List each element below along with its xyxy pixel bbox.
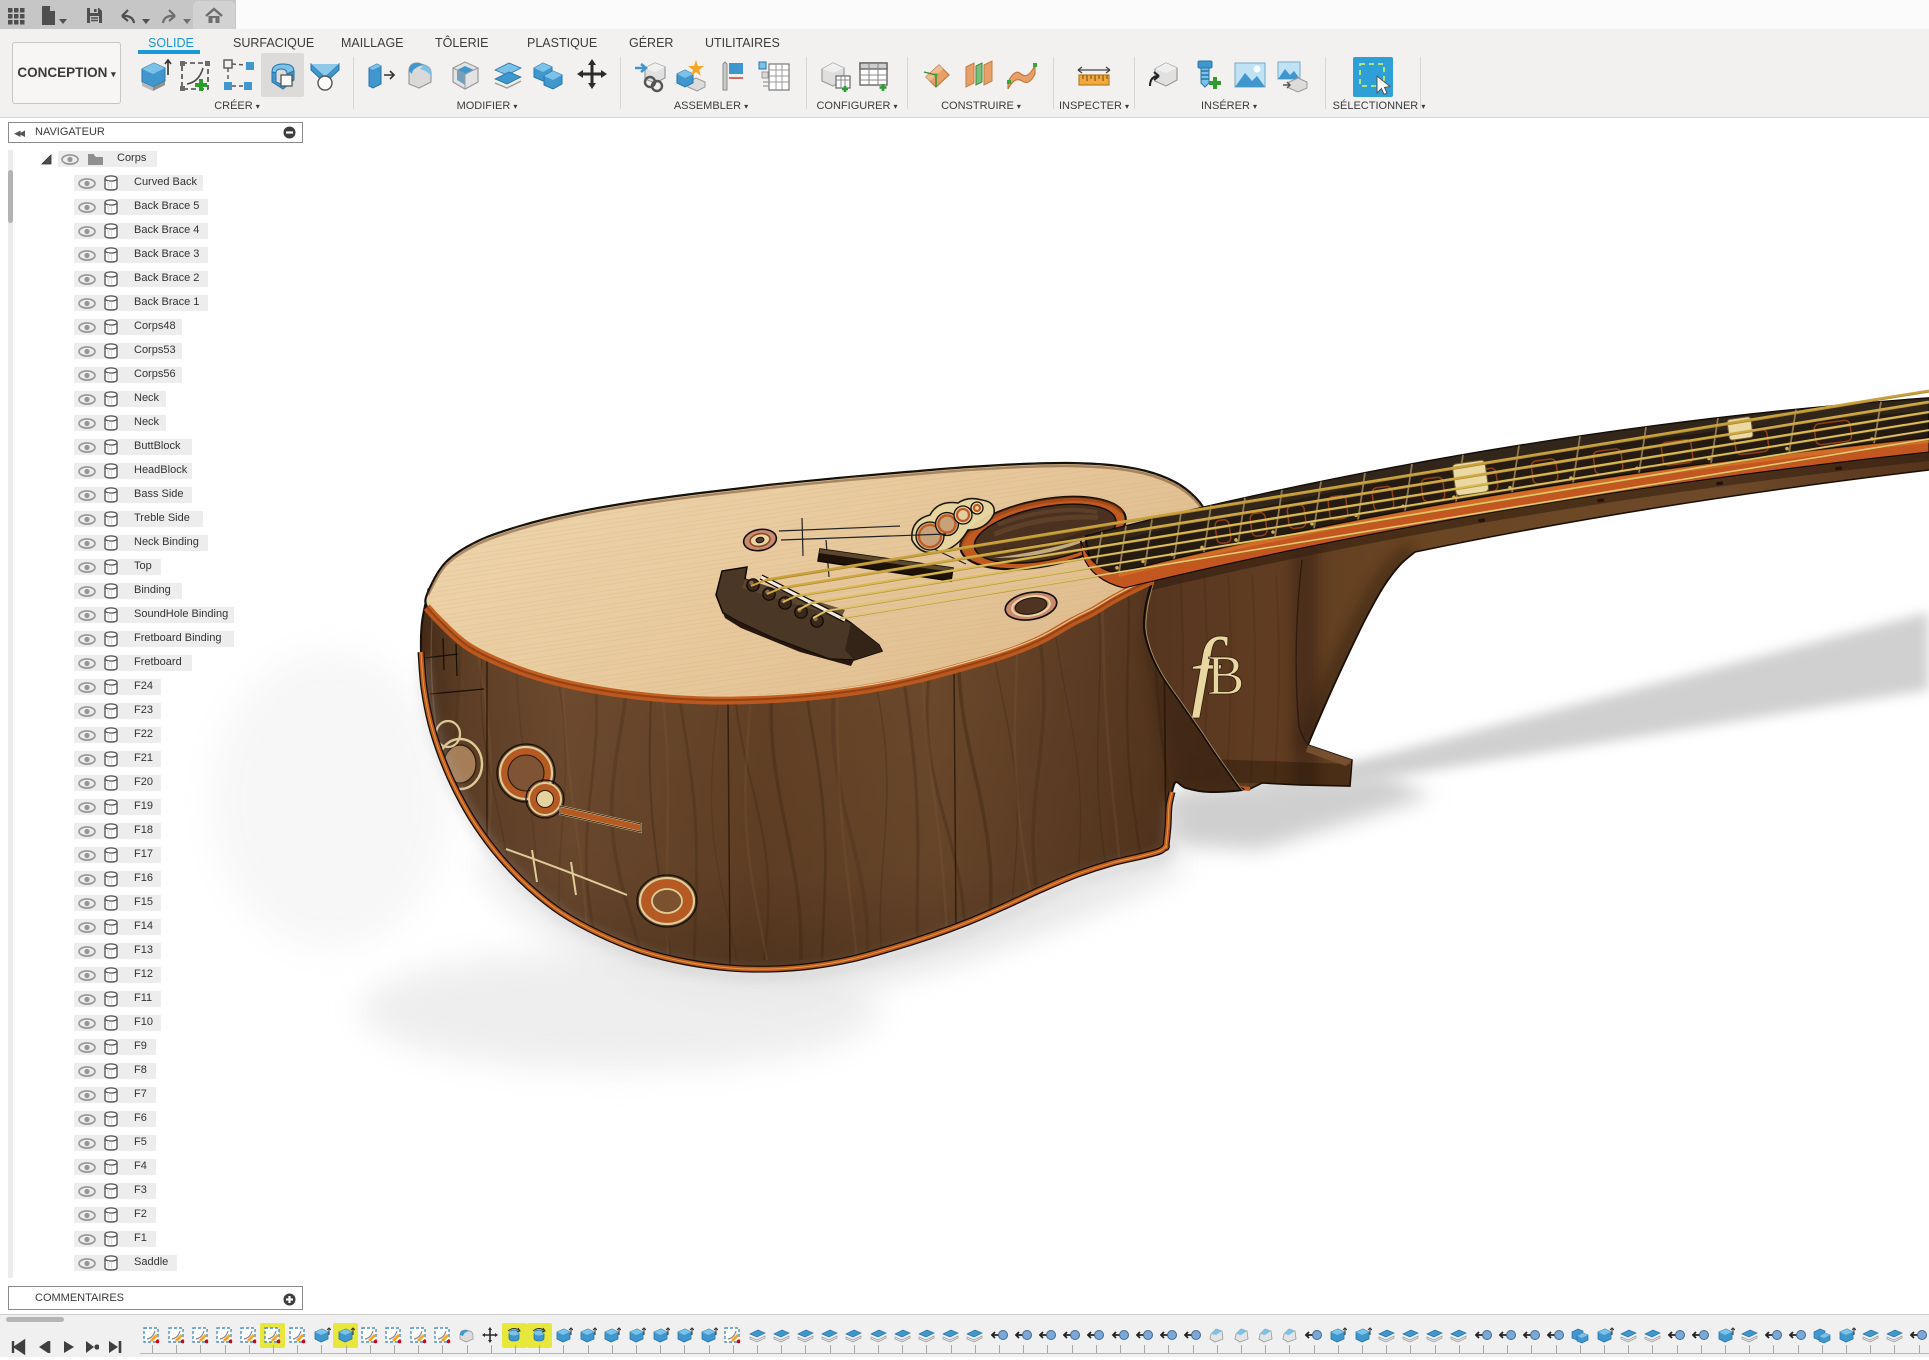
svg-text:B: B bbox=[1207, 645, 1244, 707]
